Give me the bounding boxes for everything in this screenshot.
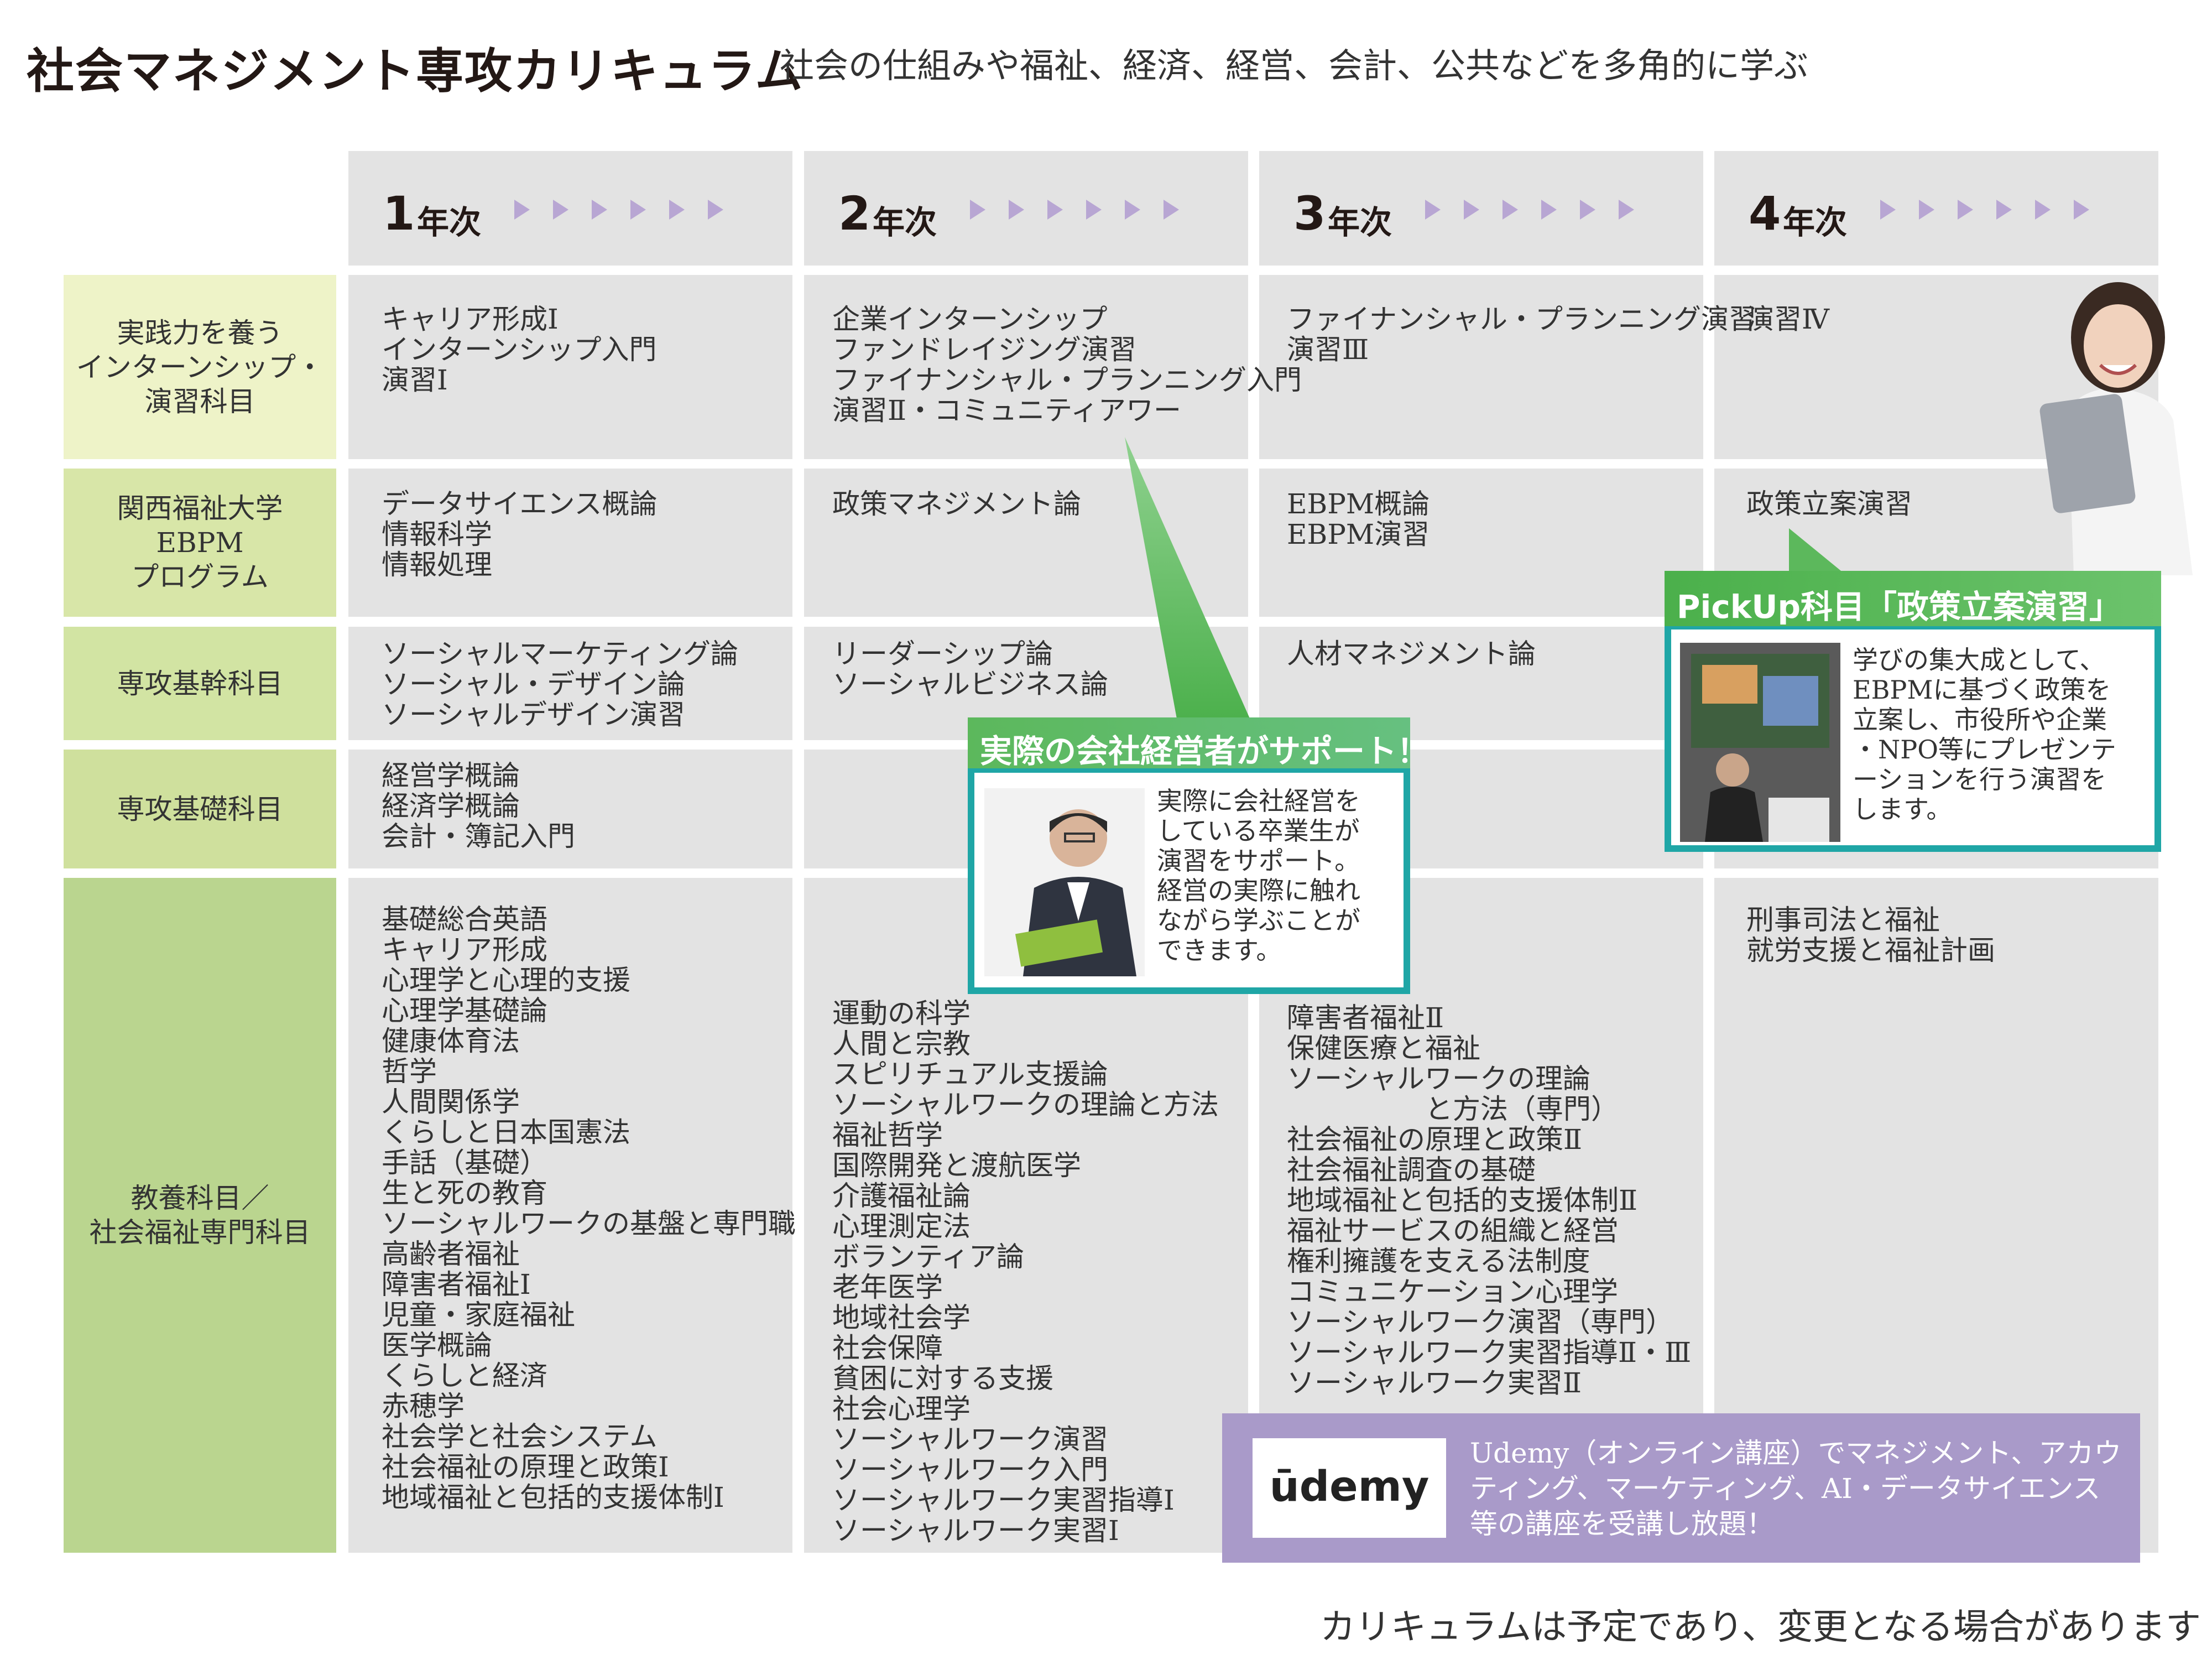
course-list: 演習Ⅳ [1746,303,1829,335]
course-list: 刑事司法と福祉 就労支援と福祉計画 [1746,904,1995,966]
row-label-basic: 専攻基礎科目 [64,750,336,868]
course-list: EBPM概論 EBPM演習 [1287,488,1430,550]
udemy-text: Udemy（オンライン講座）でマネジメント、アカウ ティング、マーケティング、A… [1470,1437,2122,1540]
udemy-banner: ūdemy Udemy（オンライン講座）でマネジメント、アカウ ティング、マーケ… [1222,1413,2140,1563]
course-list: ファイナンシャル・プランニング演習 演習Ⅲ [1287,303,1756,366]
page-subtitle: 社会の仕組みや福祉、経済、経営、会計、公共などを多角的に学ぶ [780,45,1809,86]
course-list: 人材マネジメント論 [1287,638,1536,670]
course-list: ソーシャルマーケティング論 ソーシャル・デザイン論 ソーシャルデザイン演習 [382,638,738,731]
year-header-4: 4 年次 [1714,151,2158,266]
year-header-1: 1 年次 [348,151,792,266]
course-list: 企業インターンシップ ファンドレイジング演習 ファイナンシャル・プランニング入門… [832,303,1302,426]
row-label-practice: 実践力を養う インターンシップ・ 演習科目 [64,275,336,459]
course-list: 基礎総合英語 キャリア形成 心理学と心理的支援 心理学基礎論 健康体育法 哲学 … [382,903,796,1513]
year-header-3: 3 年次 [1259,151,1703,266]
pickup-callout-text: 学びの集大成として、 EBPMに基づく政策を 立案し、市役所や企業 ・NPO等に… [1853,645,2116,824]
udemy-logo-box: ūdemy [1253,1438,1446,1538]
support-callout-body: 実際に会社経営を している卒業生が 演習をサポート。 経営の実際に触れ ながら学… [974,773,1404,987]
course-list: 障害者福祉Ⅱ 保健医療と福祉 ソーシャルワークの理論 と方法（専門） 社会福祉の… [1287,1002,1692,1399]
callout-pointer [1125,437,1253,725]
year-header-2: 2 年次 [804,151,1248,266]
pickup-callout: PickUp科目「政策立案演習」 学びの集大成として、 EBPMに基づく政策を … [1665,571,2161,852]
page-title: 社会マネジメント専攻カリキュラム [27,44,804,99]
year-number: 4 [1749,186,1781,241]
course-list: キャリア形成Ⅰ インターンシップ入門 演習Ⅰ [382,303,657,396]
presentation-photo [1680,643,1840,842]
pickup-callout-title: PickUp科目「政策立案演習」 [1677,588,2121,626]
businessman-photo [984,788,1145,976]
year-number: 2 [838,186,871,241]
student-photo [2039,282,2193,575]
course-list: 政策立案演習 [1746,488,1912,520]
progress-arrows [1880,200,2089,220]
course-list: リーダーシップ論 ソーシャルビジネス論 [832,638,1108,700]
grid-cell [1259,275,1703,459]
course-list: データサイエンス概論 情報科学 情報処理 [382,488,658,581]
pickup-callout-body: 学びの集大成として、 EBPMに基づく政策を 立案し、市役所や企業 ・NPO等に… [1671,629,2154,845]
year-label: 年次 [417,204,482,241]
year-number: 3 [1293,186,1326,241]
udemy-logo: ūdemy [1269,1461,1430,1511]
course-list: 経営学概論 経済学概論 会計・簿記入門 [382,759,575,852]
support-callout: 実際の会社経営者がサポート！ 実際に会社経営を している卒業生が 演習をサポート… [968,717,1429,994]
footer-note: カリキュラムは予定であり、変更となる場合があります [1320,1607,2201,1648]
row-label-ebpm: 関西福祉大学 EBPM プログラム [64,469,336,617]
year-label: 年次 [1783,204,1848,241]
support-callout-title: 実際の会社経営者がサポート！ [980,732,1430,770]
progress-arrows [514,200,723,220]
support-callout-text: 実際に会社経営を している卒業生が 演習をサポート。 経営の実際に触れ ながら学… [1157,786,1360,965]
progress-arrows [1425,200,1634,220]
course-list: 政策マネジメント論 [832,488,1081,520]
year-number: 1 [383,186,415,241]
progress-arrows [970,200,1179,220]
year-label: 年次 [873,204,937,241]
course-list: 運動の科学 人間と宗教 スピリチュアル支援論 ソーシャルワークの理論と方法 福祉… [832,997,1219,1547]
year-label: 年次 [1328,204,1392,241]
row-label-core: 専攻基幹科目 [64,627,336,740]
row-label-liberal-arts: 教養科目／ 社会福祉専門科目 [64,878,336,1553]
